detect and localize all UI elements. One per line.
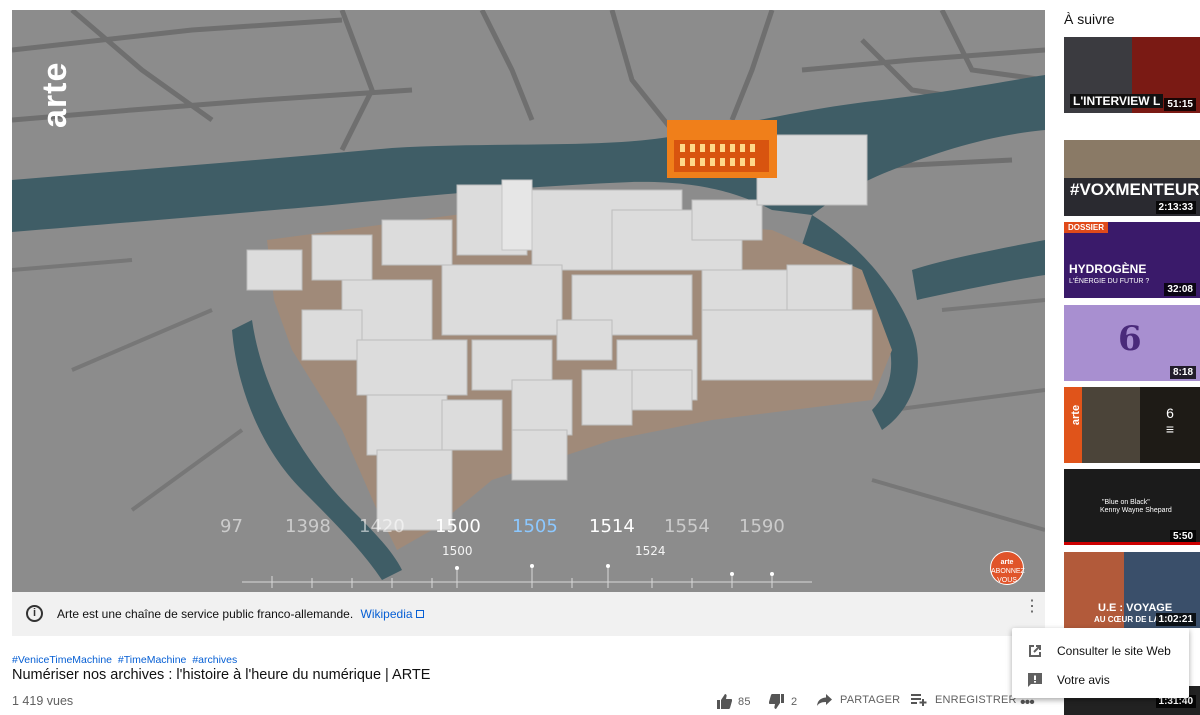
context-menu: Consulter le site Web Votre avis bbox=[1012, 628, 1189, 698]
thumbnail-overlay-text: #VOXMENTEUR bbox=[1070, 180, 1200, 199]
timeline-year-active: 1505 bbox=[512, 516, 558, 537]
subscribe-badge-brand: arte bbox=[1000, 559, 1014, 566]
playlist-overlay: 6 ≡ bbox=[1140, 387, 1200, 463]
highlighted-building bbox=[667, 120, 777, 178]
thumbnail-overlay-text: "Blue on Black" bbox=[1102, 499, 1150, 506]
info-panel: i Arte est une chaîne de service public … bbox=[12, 592, 1045, 636]
thumbnail-subtitle: Kenny Wayne Shepard bbox=[1100, 507, 1172, 514]
thumbnail-image bbox=[1064, 140, 1200, 178]
view-count: 1 419 vues bbox=[12, 694, 74, 708]
thumb-up-icon bbox=[717, 694, 732, 709]
video-thumbnail[interactable]: U.E : VOYAGE AU CŒUR DE LA M 1:02:21 bbox=[1064, 552, 1200, 628]
video-duration: 32:08 bbox=[1164, 283, 1196, 296]
video-duration: 1:02:21 bbox=[1155, 613, 1196, 626]
arte-logo: arte bbox=[1070, 404, 1083, 426]
save-label: ENREGISTRER bbox=[935, 694, 1017, 706]
hashtag-link[interactable]: #TimeMachine bbox=[118, 654, 186, 666]
menu-item-label: Votre avis bbox=[1057, 672, 1110, 687]
video-thumbnail[interactable]: "Blue on Black" Kenny Wayne Shepard 5:50 bbox=[1064, 469, 1200, 545]
more-vert-icon[interactable]: ⋮ bbox=[1024, 599, 1040, 615]
share-label: PARTAGER bbox=[840, 694, 901, 706]
watch-progress-bar bbox=[1064, 542, 1200, 545]
dislike-button[interactable]: 2 bbox=[769, 694, 797, 709]
subscribe-badge-text: ABONNEZ bbox=[991, 568, 1025, 575]
like-button[interactable]: 85 bbox=[716, 694, 751, 709]
share-button[interactable]: PARTAGER bbox=[817, 694, 900, 706]
external-link-icon bbox=[415, 610, 424, 618]
timeline-year: 97 bbox=[220, 516, 243, 537]
timeline-marker: 1500 bbox=[442, 544, 473, 558]
playlist-thumbnail[interactable]: arte 6 ≡ bbox=[1064, 387, 1200, 463]
dislike-count: 2 bbox=[791, 695, 798, 708]
subscribe-badge[interactable]: arte ABONNEZ VOUS bbox=[990, 551, 1025, 585]
menu-item-visit-website[interactable]: Consulter le site Web bbox=[1012, 636, 1189, 665]
thumbnail-overlay-text: 6 bbox=[1118, 319, 1142, 359]
timeline-year: 1554 bbox=[664, 516, 710, 537]
up-next-heading: À suivre bbox=[1064, 11, 1115, 27]
open-in-new-icon bbox=[1029, 644, 1041, 657]
playlist-count: 6 bbox=[1166, 405, 1174, 421]
timeline-year: 1420 bbox=[359, 516, 405, 537]
hashtag-link[interactable]: #VeniceTimeMachine bbox=[12, 654, 112, 666]
thumbnail-subtitle: L'ÉNERGIE DU FUTUR ? bbox=[1069, 278, 1150, 285]
thumbnail-overlay-text: HYDROGÈNE bbox=[1069, 262, 1147, 276]
video-title: Numériser nos archives : l'histoire à l'… bbox=[12, 667, 431, 683]
timeline-year: 1398 bbox=[285, 516, 331, 537]
video-player[interactable]: arte 97 1398 1420 1500 1505 1514 1554 15… bbox=[12, 10, 1045, 592]
thumb-down-icon bbox=[769, 694, 784, 709]
timeline-year: 1590 bbox=[739, 516, 785, 537]
hashtag-link[interactable]: #archives bbox=[192, 654, 237, 666]
share-icon bbox=[817, 694, 832, 706]
menu-item-label: Consulter le site Web bbox=[1057, 643, 1171, 658]
feedback-icon bbox=[1028, 672, 1042, 687]
arte-logo: arte bbox=[36, 61, 74, 128]
video-thumbnail[interactable]: L'INTERVIEW L 51:15 bbox=[1064, 37, 1200, 113]
playlist-icon: ≡ bbox=[1165, 421, 1175, 437]
menu-item-feedback[interactable]: Votre avis bbox=[1012, 665, 1189, 694]
info-icon: i bbox=[26, 605, 43, 622]
thumbnail-overlay-text: L'INTERVIEW L bbox=[1070, 94, 1164, 108]
playlist-add-icon bbox=[911, 694, 927, 706]
timeline-years: 97 1398 1420 1500 1505 1514 1554 1590 15… bbox=[12, 516, 1045, 592]
hashtags: #VeniceTimeMachine #TimeMachine #archive… bbox=[12, 654, 240, 666]
timeline-year: 1500 bbox=[435, 516, 481, 537]
info-panel-text: Arte est une chaîne de service public fr… bbox=[57, 607, 424, 621]
video-duration: 2:13:33 bbox=[1155, 201, 1196, 214]
timeline-year: 1514 bbox=[589, 516, 635, 537]
video-thumbnail[interactable]: #VOXMENTEUR 2:13:33 bbox=[1064, 140, 1200, 216]
info-panel-description: Arte est une chaîne de service public fr… bbox=[57, 607, 354, 621]
subscribe-badge-text: VOUS bbox=[997, 577, 1017, 584]
video-thumbnail[interactable]: DOSSIER HYDROGÈNE L'ÉNERGIE DU FUTUR ? 3… bbox=[1064, 222, 1200, 298]
dossier-badge: DOSSIER bbox=[1064, 222, 1109, 233]
venice-3d-map bbox=[12, 10, 1045, 592]
video-thumbnail[interactable]: 6 8:18 bbox=[1064, 305, 1200, 381]
like-count: 85 bbox=[738, 695, 751, 708]
video-duration: 51:15 bbox=[1164, 98, 1196, 111]
video-duration: 8:18 bbox=[1169, 366, 1196, 379]
wikipedia-link[interactable]: Wikipedia bbox=[361, 607, 413, 621]
save-button[interactable]: ENREGISTRER bbox=[911, 694, 1017, 706]
timeline-marker: 1524 bbox=[635, 544, 666, 558]
